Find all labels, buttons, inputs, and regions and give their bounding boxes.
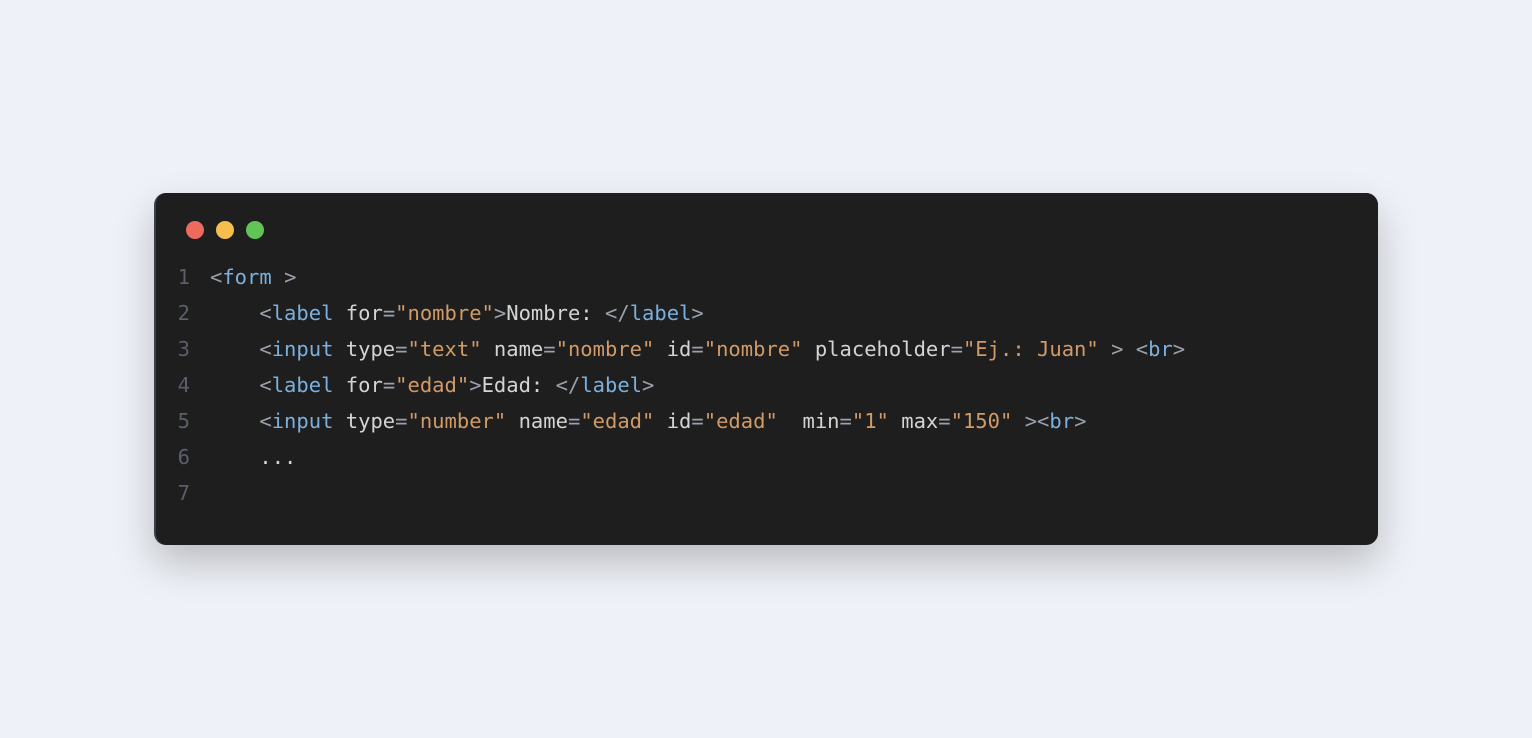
code-line: 2 <label for="nombre">Nombre: </label> bbox=[176, 295, 1358, 331]
code-content: <form > bbox=[210, 259, 296, 295]
line-number: 3 bbox=[176, 331, 210, 367]
code-line: 6 ... bbox=[176, 439, 1358, 475]
code-content: <label for="edad">Edad: </label> bbox=[210, 367, 654, 403]
code-line: 4 <label for="edad">Edad: </label> bbox=[176, 367, 1358, 403]
code-line: 1<form > bbox=[176, 259, 1358, 295]
line-number: 6 bbox=[176, 439, 210, 475]
code-line: 5 <input type="number" name="edad" id="e… bbox=[176, 403, 1358, 439]
code-content: <input type="text" name="nombre" id="nom… bbox=[210, 331, 1185, 367]
code-content: ... bbox=[210, 439, 296, 475]
window-titlebar bbox=[156, 193, 1378, 251]
close-icon[interactable] bbox=[186, 221, 204, 239]
line-number: 5 bbox=[176, 403, 210, 439]
code-content: <label for="nombre">Nombre: </label> bbox=[210, 295, 704, 331]
line-number: 4 bbox=[176, 367, 210, 403]
minimize-icon[interactable] bbox=[216, 221, 234, 239]
code-editor-window: 1<form >2 <label for="nombre">Nombre: </… bbox=[154, 193, 1378, 545]
code-line: 3 <input type="text" name="nombre" id="n… bbox=[176, 331, 1358, 367]
code-content: <input type="number" name="edad" id="eda… bbox=[210, 403, 1086, 439]
line-number: 1 bbox=[176, 259, 210, 295]
line-number: 2 bbox=[176, 295, 210, 331]
maximize-icon[interactable] bbox=[246, 221, 264, 239]
code-line: 7 bbox=[176, 475, 1358, 511]
code-area[interactable]: 1<form >2 <label for="nombre">Nombre: </… bbox=[156, 251, 1378, 545]
line-number: 7 bbox=[176, 475, 210, 511]
